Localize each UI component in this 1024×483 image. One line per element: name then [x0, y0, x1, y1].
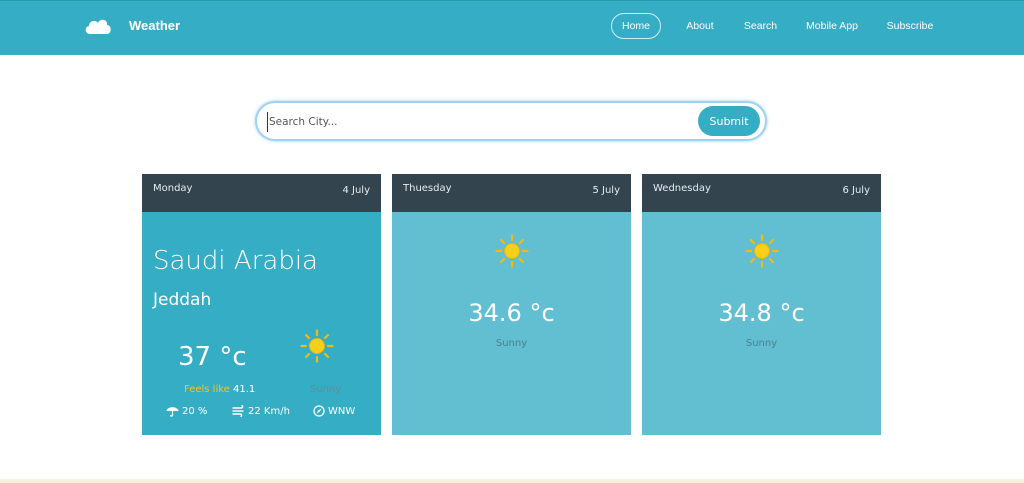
forecast-card-today: Monday 4 July Saudi Arabia Jeddah 37 °c …: [142, 174, 381, 435]
card-date: 6 July: [842, 185, 870, 196]
wind-speed-value: 22 Km/h: [248, 405, 290, 417]
nav-mobile-app[interactable]: Mobile App: [800, 13, 864, 39]
card-body: Saudi Arabia Jeddah 37 °c Feels like 41.…: [142, 212, 381, 435]
humidity-stat: 20 %: [166, 405, 207, 417]
card-day: Monday: [153, 183, 193, 194]
wind-direction-value: WNW: [328, 405, 356, 417]
sun-icon: [745, 234, 779, 268]
condition-text: Sunny: [310, 384, 342, 395]
nav-home[interactable]: Home: [611, 13, 661, 39]
submit-button[interactable]: Submit: [698, 106, 760, 136]
nav-about[interactable]: About: [679, 13, 721, 39]
country-name: Saudi Arabia: [153, 246, 318, 276]
temp-value: 37: [178, 342, 212, 372]
card-date: 5 July: [592, 185, 620, 196]
forecast-card-day-3: Wednesday 6 July 34.8 °c Sunny: [642, 174, 881, 435]
city-name: Jeddah: [153, 290, 212, 310]
feels-like-value: 41.1: [233, 384, 256, 395]
sun-icon: [300, 329, 334, 363]
footer-strip: [0, 479, 1024, 483]
card-header: Thuesday 5 July: [392, 174, 631, 212]
card-day: Thuesday: [403, 183, 452, 194]
temp-value: 34.6: [468, 299, 522, 327]
card-body: 34.6 °c Sunny: [392, 212, 631, 435]
wind-icon: [232, 405, 244, 417]
temp-unit: °c: [219, 342, 247, 372]
wind-speed-stat: 22 Km/h: [232, 405, 290, 417]
feels-like-label: Feels like: [184, 384, 230, 395]
card-header: Wednesday 6 July: [642, 174, 881, 212]
wind-direction-stat: WNW: [313, 405, 355, 417]
umbrella-icon: [166, 407, 179, 417]
forecast-temperature: 34.6 °c: [392, 299, 631, 327]
humidity-value: 20 %: [182, 405, 208, 417]
main-nav: Home About Search Mobile App Subscribe: [0, 13, 1024, 39]
city-search-form: Submit: [255, 101, 767, 141]
forecast-card-day-2: Thuesday 5 July 34.6 °c Sunny: [392, 174, 631, 435]
compass-icon: [313, 405, 325, 417]
card-day: Wednesday: [653, 183, 711, 194]
top-navbar: Weather Home About Search Mobile App Sub…: [0, 0, 1024, 55]
forecast-temperature: 34.8 °c: [642, 299, 881, 327]
card-header: Monday 4 July: [142, 174, 381, 212]
feels-like: Feels like 41.1: [184, 384, 255, 395]
sun-icon: [495, 234, 529, 268]
nav-subscribe[interactable]: Subscribe: [880, 13, 940, 39]
nav-search[interactable]: Search: [738, 13, 783, 39]
card-date: 4 July: [342, 185, 370, 196]
condition-text: Sunny: [745, 338, 778, 349]
temp-value: 34.8: [718, 299, 772, 327]
current-temperature: 37 °c: [178, 342, 247, 372]
card-body: 34.8 °c Sunny: [642, 212, 881, 435]
search-input[interactable]: [267, 112, 687, 132]
condition-text: Sunny: [495, 338, 528, 349]
temp-unit: °c: [529, 299, 555, 327]
temp-unit: °c: [779, 299, 805, 327]
